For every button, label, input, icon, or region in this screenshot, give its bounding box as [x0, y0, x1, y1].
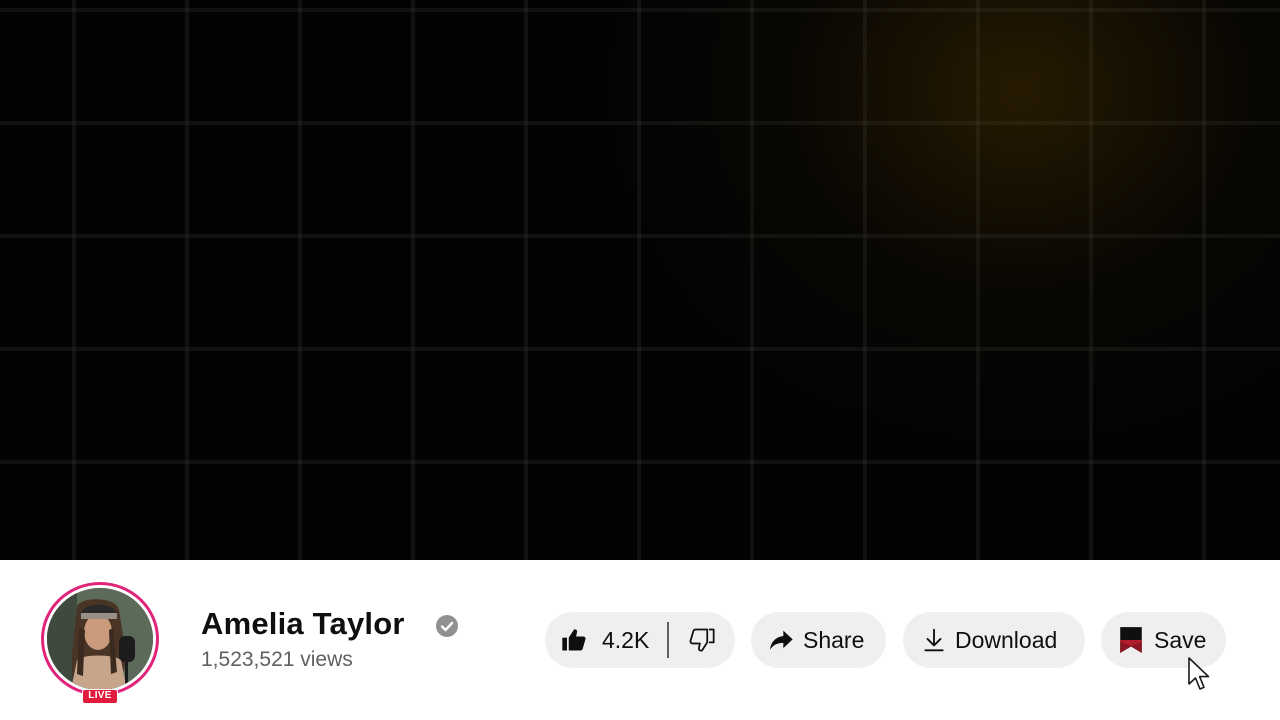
- video-player[interactable]: [0, 0, 1280, 560]
- like-count: 4.2K: [602, 626, 650, 653]
- avatar-photo: [47, 588, 153, 690]
- thumbs-down-icon: [689, 628, 715, 652]
- bookmark-icon: [1120, 627, 1142, 653]
- channel-name[interactable]: Amelia Taylor: [201, 606, 405, 642]
- avatar-portrait: [47, 588, 153, 690]
- share-arrow-icon: [769, 630, 793, 650]
- dislike-button[interactable]: [669, 612, 735, 668]
- view-count: 1,523,521 views: [201, 648, 353, 671]
- verified-check-icon: [436, 615, 458, 637]
- mouse-cursor-icon: [1188, 657, 1210, 690]
- thumbs-up-icon: [562, 629, 586, 651]
- download-label: Download: [955, 626, 1058, 653]
- download-button[interactable]: Download: [903, 612, 1085, 668]
- like-button[interactable]: 4.2K: [545, 612, 667, 668]
- share-button[interactable]: Share: [751, 612, 886, 668]
- share-label: Share: [803, 626, 865, 653]
- like-dislike-group: 4.2K: [545, 612, 735, 668]
- download-icon: [924, 628, 944, 652]
- channel-avatar[interactable]: LIVE: [41, 582, 159, 704]
- live-ring: [41, 582, 159, 696]
- live-badge: LIVE: [82, 689, 118, 704]
- save-label: Save: [1154, 626, 1207, 653]
